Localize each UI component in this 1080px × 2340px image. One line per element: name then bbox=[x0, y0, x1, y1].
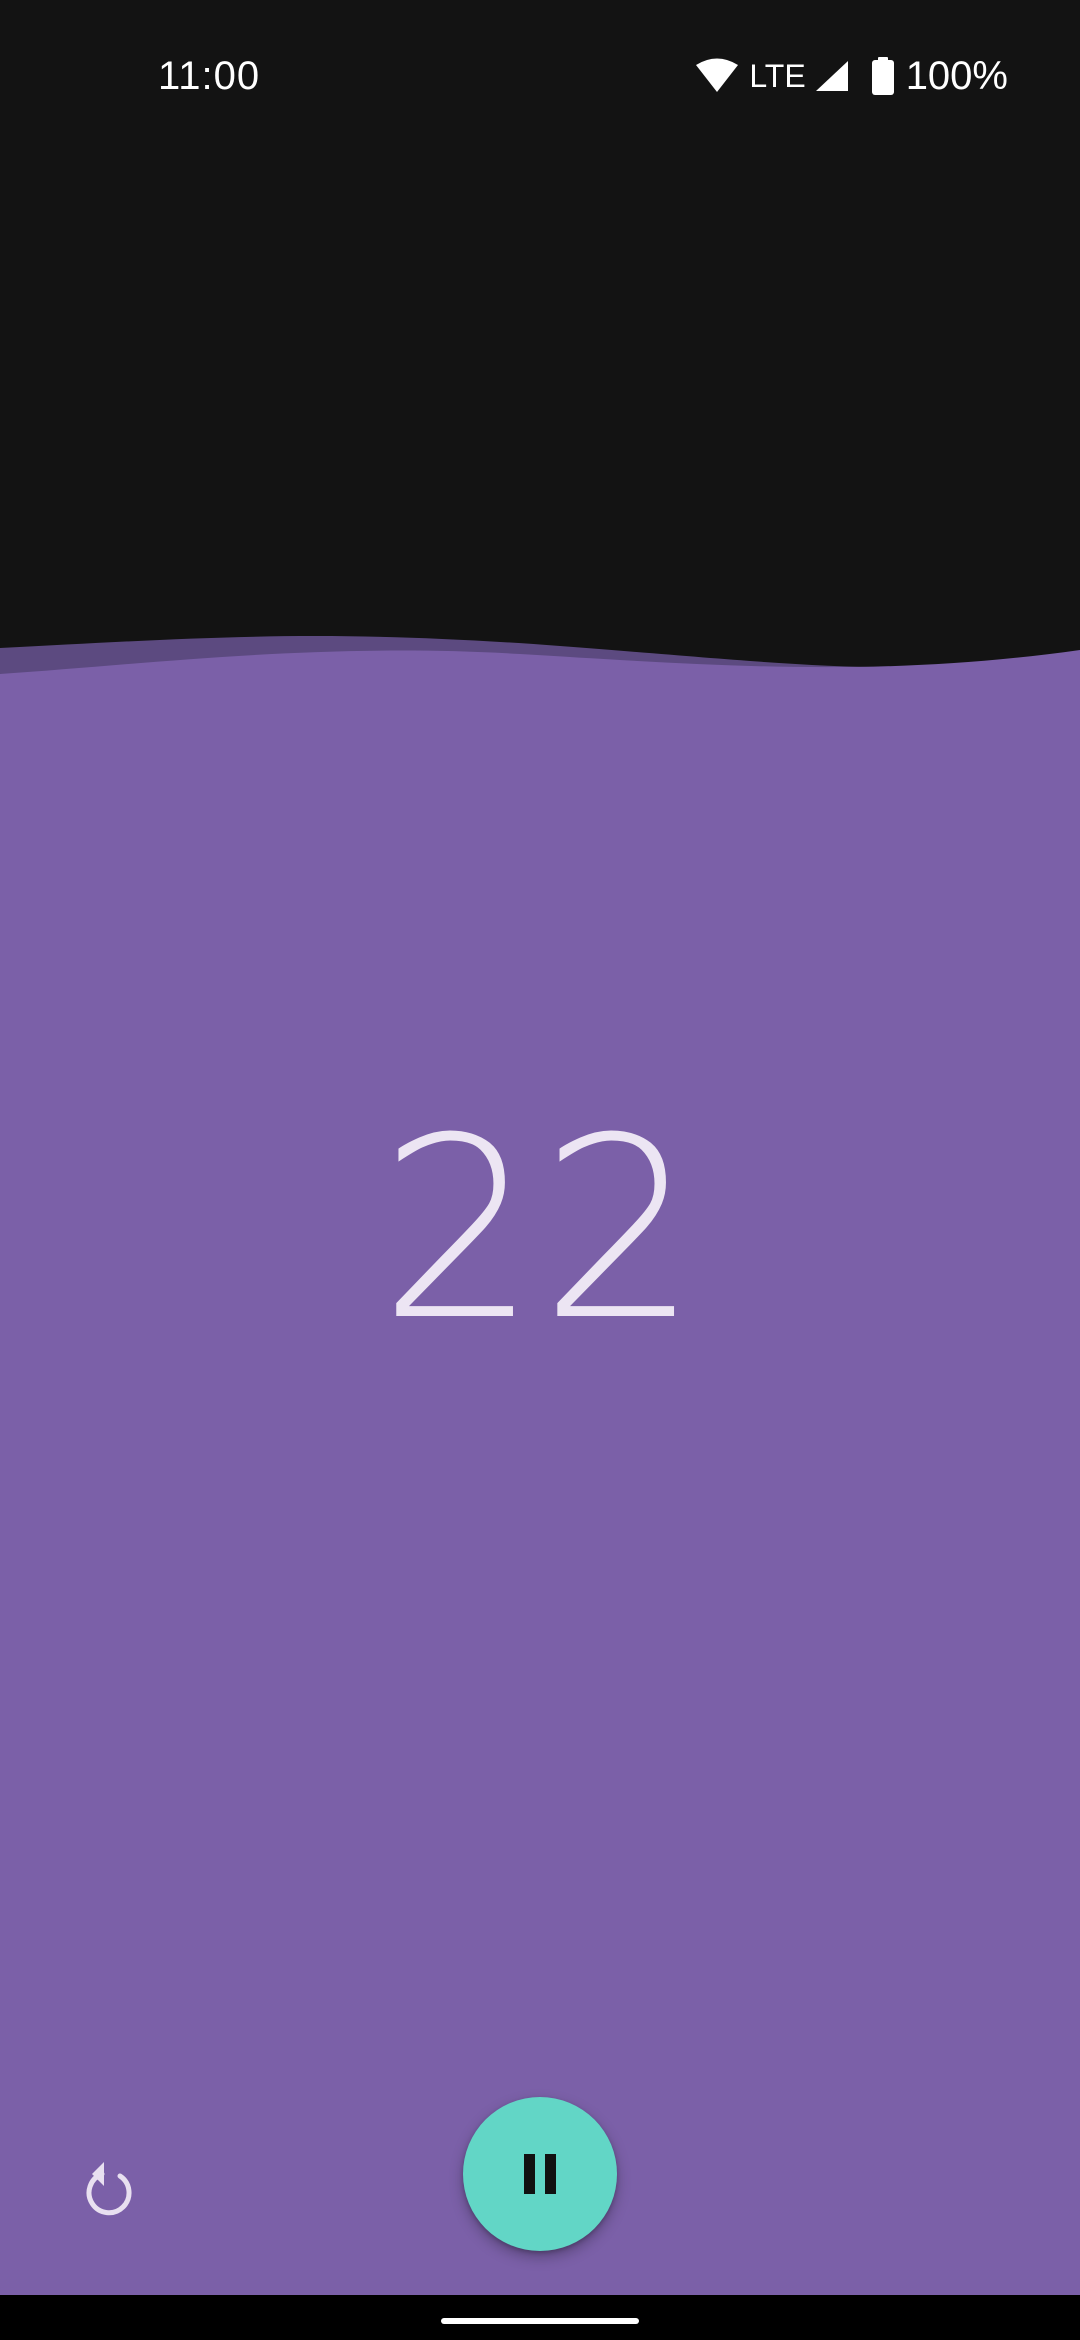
pause-button[interactable] bbox=[463, 2097, 617, 2251]
timer-counter: 22 bbox=[378, 1084, 702, 1375]
water-wave bbox=[0, 636, 1080, 680]
reset-button[interactable] bbox=[70, 2150, 150, 2230]
water-fill bbox=[0, 676, 1080, 2296]
status-icons: LTE 100% bbox=[695, 52, 1008, 100]
reset-icon bbox=[86, 2162, 132, 2216]
status-time: 11:00 bbox=[158, 54, 261, 98]
status-bar: 11:00 LTE 100% bbox=[0, 0, 1080, 150]
battery-percentage: 100% bbox=[905, 54, 1008, 98]
battery-icon bbox=[871, 57, 894, 95]
wifi-icon bbox=[696, 58, 739, 92]
network-type-label: LTE bbox=[749, 58, 806, 94]
pause-icon bbox=[524, 2154, 556, 2194]
home-gesture-handle[interactable] bbox=[441, 2318, 639, 2324]
signal-icon bbox=[815, 61, 848, 91]
app-screen: 11:00 LTE 100% 22 bbox=[0, 0, 1080, 2340]
